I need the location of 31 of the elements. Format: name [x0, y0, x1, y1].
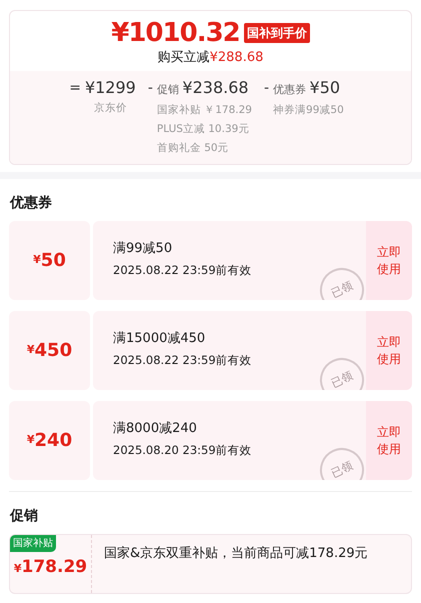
use-button[interactable]: 立即使用: [366, 221, 412, 300]
coupon-validity: 2025.08.22 23:59前有效: [113, 262, 253, 278]
coupon-validity: 2025.08.22 23:59前有效: [113, 352, 253, 368]
breakdown-detail: PLUS立减 10.39元: [156, 122, 250, 137]
breakdown-detail: 首购礼金 50元: [156, 141, 230, 156]
breakdown-amount: 促销 ¥238.68: [156, 77, 250, 99]
coupon-condition: 满15000减450: [113, 330, 206, 348]
coupon-condition: 满99减50: [113, 240, 174, 258]
breakdown-detail: 神券满99减50: [273, 103, 344, 118]
coupon-amount: ¥450: [9, 311, 90, 390]
coupon-condition: 满8000减240: [113, 420, 198, 438]
breakdown-amount: ¥1299: [84, 77, 136, 99]
coupon-amount: ¥50: [9, 221, 90, 300]
section-title: 优惠券: [10, 194, 53, 213]
operator-sign: -: [148, 79, 153, 98]
final-price: ¥1010.32: [111, 17, 240, 49]
operator-sign: -: [264, 79, 270, 98]
coupon-amount: ¥240: [9, 401, 90, 480]
section-title: 促销: [10, 507, 39, 526]
promotion-tag: 国家补贴: [10, 535, 56, 552]
breakdown-detail: 国家补贴 ￥178.29: [156, 103, 252, 118]
operator-sign: =: [69, 79, 81, 98]
coupon-validity: 2025.08.20 23:59前有效: [113, 442, 253, 458]
promotion-amount: ¥178.29: [12, 556, 88, 579]
use-button[interactable]: 立即使用: [366, 401, 412, 480]
breakdown-detail: 京东价: [94, 101, 127, 116]
price-tag: 国补到手价: [244, 23, 310, 43]
use-button[interactable]: 立即使用: [366, 311, 412, 390]
saving-text: 购买立减¥288.68: [156, 49, 264, 67]
breakdown-amount: 优惠券 ¥50: [273, 77, 342, 99]
promotion-description: 国家&京东双重补贴，当前商品可减178.29元: [103, 545, 369, 563]
